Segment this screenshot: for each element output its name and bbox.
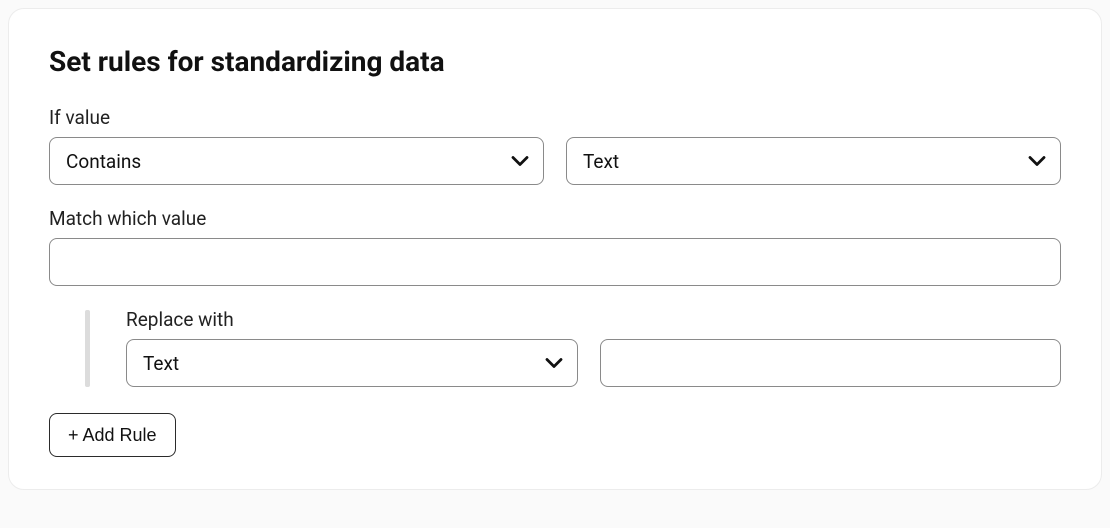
add-rule-button[interactable]: + Add Rule: [49, 413, 176, 457]
condition-select[interactable]: Contains: [49, 137, 544, 185]
replace-section: Replace with Text: [49, 308, 1061, 387]
card-title: Set rules for standardizing data: [49, 45, 1061, 78]
replace-value-input[interactable]: [600, 339, 1061, 387]
rules-card: Set rules for standardizing data If valu…: [8, 8, 1102, 490]
replace-with-label: Replace with: [126, 308, 1061, 331]
match-value-label: Match which value: [49, 207, 1061, 230]
if-type-select-value: Text: [583, 150, 619, 173]
if-type-select[interactable]: Text: [566, 137, 1061, 185]
if-value-label: If value: [49, 106, 1061, 129]
match-value-input[interactable]: [49, 238, 1061, 286]
section-indent-bar: [85, 310, 90, 387]
replace-type-select-value: Text: [143, 352, 179, 375]
replace-type-select[interactable]: Text: [126, 339, 578, 387]
condition-select-value: Contains: [66, 150, 141, 173]
if-value-section: If value Contains Text: [49, 106, 1061, 185]
add-rule-label: + Add Rule: [68, 425, 157, 446]
match-value-section: Match which value: [49, 207, 1061, 308]
